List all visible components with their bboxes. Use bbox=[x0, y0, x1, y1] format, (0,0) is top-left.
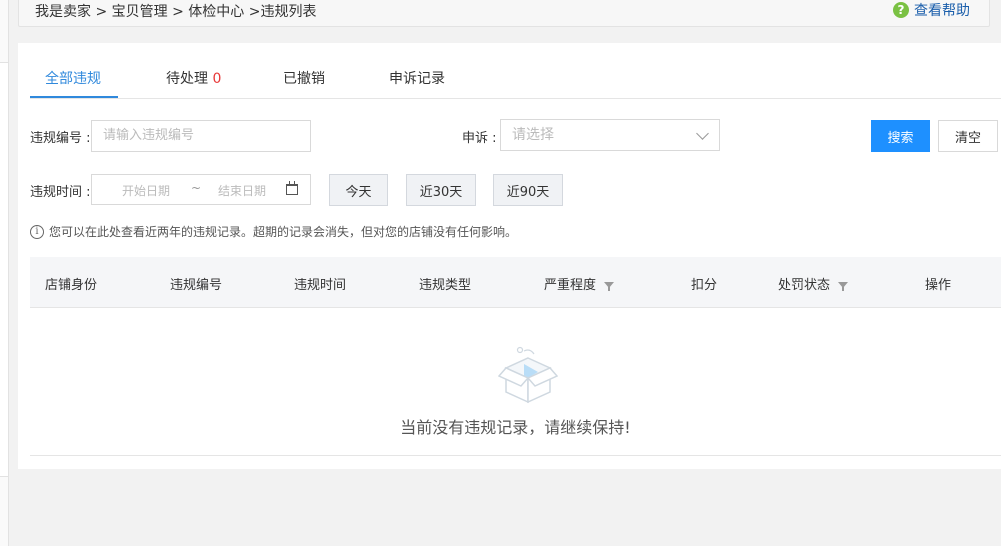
empty-message: 当前没有违规记录，请继续保持! bbox=[400, 418, 631, 437]
violation-no-input[interactable]: 请输入违规编号 bbox=[91, 120, 311, 152]
appeal-placeholder: 请选择 bbox=[512, 127, 554, 143]
help-link[interactable]: ? 查看帮助 bbox=[893, 0, 970, 20]
chevron-down-icon bbox=[696, 127, 709, 140]
end-date-placeholder: 结束日期 bbox=[218, 184, 267, 198]
filter-icon[interactable] bbox=[838, 281, 849, 291]
col-violation-time: 违规时间 bbox=[294, 278, 347, 293]
breadcrumb: 我是卖家 > 宝贝管理 > 体检中心 >违规列表 bbox=[35, 4, 317, 20]
sidebar-notch bbox=[0, 62, 8, 477]
col-penalty-status[interactable]: 处罚状态 bbox=[778, 274, 849, 293]
calendar-icon[interactable] bbox=[286, 181, 298, 195]
top-bar: 我是卖家 > 宝贝管理 > 体检中心 >违规列表 ? 查看帮助 bbox=[18, 0, 990, 27]
main-panel: 全部违规 待处理 0 已撤销 申诉记录 违规编号 : 请输入违规编号 申诉 : … bbox=[18, 43, 1001, 469]
table-header: 店铺身份 违规编号 违规时间 违规类型 严重程度 扣分 处罚状态 操作 bbox=[30, 257, 1001, 308]
tab-appeal-records[interactable]: 申诉记录 bbox=[389, 68, 445, 88]
empty-box-icon bbox=[498, 346, 558, 404]
last-90-days-button[interactable]: 近90天 bbox=[493, 174, 563, 206]
help-question-icon: ? bbox=[893, 2, 909, 18]
date-range-picker[interactable]: 开始日期 ~ 结束日期 bbox=[91, 174, 311, 205]
appeal-label: 申诉 : bbox=[462, 131, 497, 146]
col-violation-type: 违规类型 bbox=[419, 278, 472, 293]
start-date-placeholder: 开始日期 bbox=[122, 184, 171, 198]
info-icon: i bbox=[30, 224, 44, 239]
last-30-days-button[interactable]: 近30天 bbox=[406, 174, 476, 206]
search-button[interactable]: 搜索 bbox=[871, 120, 930, 152]
appeal-select[interactable]: 请选择 bbox=[500, 119, 720, 151]
col-severity[interactable]: 严重程度 bbox=[544, 274, 615, 293]
violation-no-label: 违规编号 : bbox=[30, 131, 91, 146]
notice-message: i 您可以在此处查看近两年的违规记录。超期的记录会消失，但对您的店铺没有任何影响… bbox=[30, 223, 517, 240]
pending-count: 0 bbox=[212, 71, 222, 87]
filter-icon[interactable] bbox=[604, 281, 615, 291]
col-actions: 操作 bbox=[925, 278, 952, 293]
tab-bar: 全部违规 待处理 0 已撤销 申诉记录 bbox=[30, 65, 1001, 99]
col-shop-identity: 店铺身份 bbox=[45, 278, 98, 293]
col-violation-no: 违规编号 bbox=[170, 278, 223, 293]
help-label: 查看帮助 bbox=[914, 3, 970, 19]
today-button[interactable]: 今天 bbox=[329, 174, 388, 206]
notice-text: 您可以在此处查看近两年的违规记录。超期的记录会消失，但对您的店铺没有任何影响。 bbox=[49, 225, 518, 239]
violation-time-label: 违规时间 : bbox=[30, 185, 91, 200]
tab-all-violations[interactable]: 全部违规 bbox=[45, 68, 101, 88]
clear-button[interactable]: 清空 bbox=[938, 120, 998, 152]
active-tab-indicator bbox=[30, 96, 118, 98]
left-sidebar-strip bbox=[0, 0, 9, 546]
tab-revoked[interactable]: 已撤销 bbox=[283, 68, 325, 88]
empty-state: 当前没有违规记录，请继续保持! bbox=[30, 308, 1001, 456]
col-points: 扣分 bbox=[691, 278, 718, 293]
tab-pending[interactable]: 待处理 0 bbox=[166, 68, 221, 88]
range-separator: ~ bbox=[191, 181, 202, 195]
